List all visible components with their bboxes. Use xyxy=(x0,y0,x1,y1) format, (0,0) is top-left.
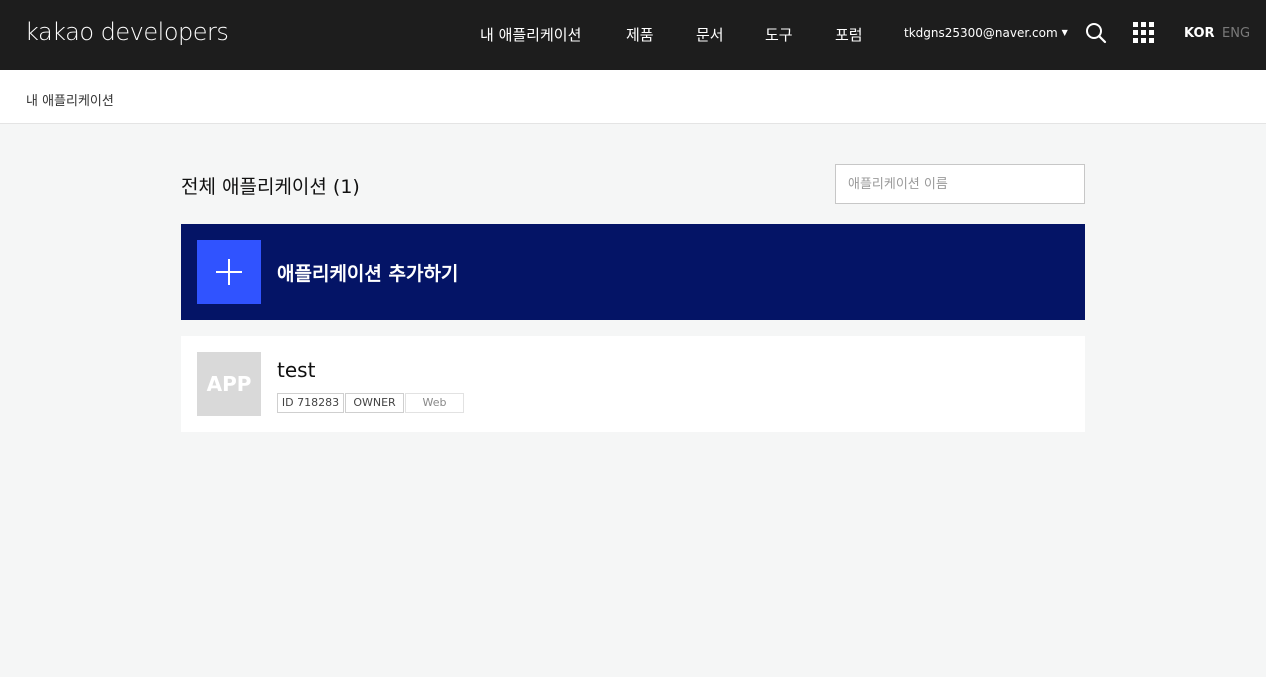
breadcrumb-bar: 내 애플리케이션 xyxy=(0,70,1266,124)
nav-item-forum[interactable]: 포럼 xyxy=(835,24,863,45)
app-tags: ID 718283 OWNER Web xyxy=(277,393,464,413)
application-search-input[interactable] xyxy=(835,164,1085,204)
nav-item-docs[interactable]: 문서 xyxy=(696,24,724,45)
search-button[interactable] xyxy=(1085,22,1107,44)
account-menu[interactable]: tkdgns25300@naver.com ▼ xyxy=(904,26,1068,40)
apps-grid-button[interactable] xyxy=(1133,22,1155,44)
language-eng[interactable]: ENG xyxy=(1222,26,1250,41)
add-icon-box xyxy=(197,240,261,304)
app-platform-badge: Web xyxy=(405,393,464,413)
kakao-developers-logo[interactable]: kakao developers xyxy=(25,18,229,46)
account-email: tkdgns25300@naver.com xyxy=(904,26,1058,40)
nav-item-products[interactable]: 제품 xyxy=(626,24,654,45)
app-name: test xyxy=(277,358,316,382)
add-application-label: 애플리케이션 추가하기 xyxy=(277,263,459,285)
app-role-badge: OWNER xyxy=(345,393,404,413)
page-title: 전체 애플리케이션 (1) xyxy=(181,176,360,198)
breadcrumb: 내 애플리케이션 xyxy=(26,94,114,109)
top-navigation-bar: kakao developers 내 애플리케이션 제품 문서 도구 포럼 tk… xyxy=(0,0,1266,70)
language-kor[interactable]: KOR xyxy=(1184,26,1215,41)
application-card[interactable]: APP test ID 718283 OWNER Web xyxy=(181,336,1085,432)
caret-down-icon: ▼ xyxy=(1061,28,1068,37)
search-icon xyxy=(1086,23,1107,44)
app-thumbnail: APP xyxy=(197,352,261,416)
nav-item-my-applications[interactable]: 내 애플리케이션 xyxy=(480,24,581,45)
add-application-button[interactable]: 애플리케이션 추가하기 xyxy=(181,224,1085,320)
app-id-badge: ID 718283 xyxy=(277,393,344,413)
nav-item-tools[interactable]: 도구 xyxy=(765,24,793,45)
plus-icon xyxy=(216,259,242,285)
